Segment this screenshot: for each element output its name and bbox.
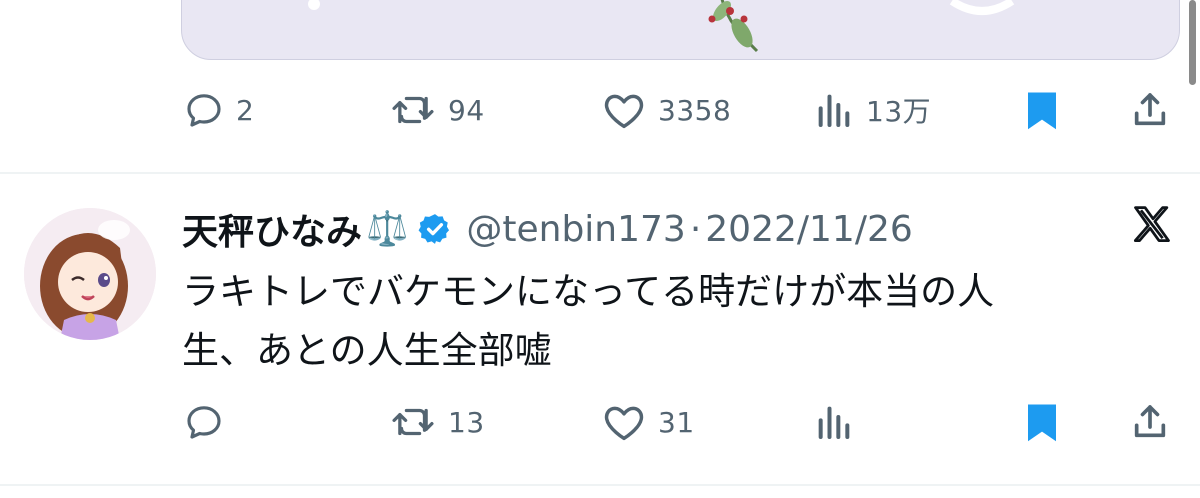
x-logo-icon [1133,206,1170,242]
like-count: 3358 [658,93,732,127]
views-icon [818,94,850,127]
balance-scale-emoji: ⚖️ [366,209,409,249]
views-count: 13万 [866,95,932,128]
retweet-button[interactable]: 13 [390,392,485,452]
handle[interactable]: @tenbin173 [466,209,685,250]
like-button[interactable]: 3358 [602,80,731,140]
like-icon [604,406,644,441]
retweet-icon [392,96,434,124]
reply-button[interactable]: 2 [184,80,254,140]
separator-dot: · [689,208,702,250]
retweet-button[interactable]: 94 [390,80,485,140]
tweet-date[interactable]: 2022/11/26 [705,209,913,250]
tweet-media-card[interactable] [181,0,1180,60]
scrollbar[interactable] [1189,0,1196,85]
tweet-text: ラキトレでバケモンになってる時だけが本当の人 生、あとの人生全部嘘 [182,262,1122,380]
bookmark-icon [1028,404,1056,442]
share-button[interactable] [1130,80,1170,140]
share-button[interactable] [1130,392,1170,452]
second-tweet-action-bar: 13 31 [0,392,1200,452]
first-tweet-action-bar: 2 94 3358 13万 [0,80,1200,140]
tweet-divider-bottom [0,484,1200,486]
tweet-text-line-2: 生、あとの人生全部嘘 [182,329,552,372]
share-icon [1134,405,1166,438]
share-icon [1134,93,1166,126]
reply-button[interactable] [184,392,236,452]
retweet-icon [392,408,434,436]
views-icon [818,406,850,439]
bookmark-icon [1028,92,1056,130]
tweet-header: 天秤ひなみ ⚖️ @tenbin173 · 2022/11/26 [182,200,913,258]
retweet-count: 94 [448,93,485,127]
tweet-text-line-1: ラキトレでバケモンになってる時だけが本当の人 [182,270,995,313]
reply-icon [187,406,221,439]
like-count: 31 [658,405,695,439]
reply-count: 2 [236,93,255,127]
media-illustration [308,0,1015,53]
bookmark-button[interactable] [1024,80,1060,140]
bookmark-button[interactable] [1024,392,1060,452]
tweet-divider [0,172,1200,174]
views-button[interactable] [814,392,866,452]
retweet-count: 13 [448,405,485,439]
like-icon [604,94,644,129]
display-name[interactable]: 天秤ひなみ [182,203,362,255]
reply-icon [187,94,221,127]
verified-icon[interactable] [418,212,452,246]
avatar[interactable] [24,208,156,340]
avatar-illustration [24,208,156,340]
views-button[interactable]: 13万 [814,80,931,140]
like-button[interactable]: 31 [602,392,695,452]
